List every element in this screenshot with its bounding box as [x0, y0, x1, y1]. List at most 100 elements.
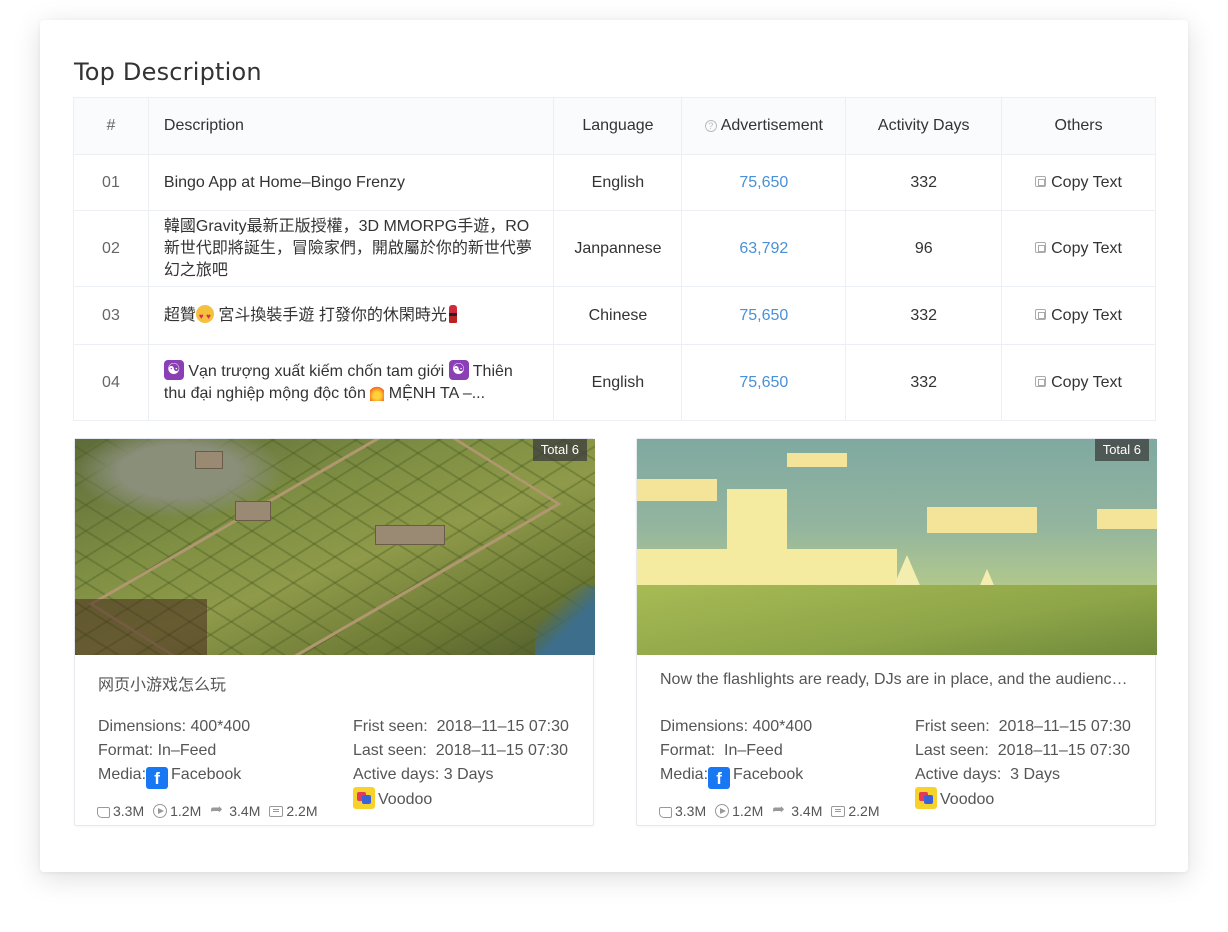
- row-description: 超贊 宮斗換裝手遊 打發你的休閑時光: [147, 286, 555, 345]
- help-icon[interactable]: ?: [704, 120, 717, 132]
- first-seen-label: Frist seen:: [353, 718, 428, 735]
- row-num: 02: [73, 210, 149, 287]
- row-advertisement-link[interactable]: 75,650: [681, 344, 847, 421]
- thumbs-up-icon: [97, 806, 110, 818]
- ad-card[interactable]: Total 6 网页小游戏怎么玩 Dimensions: 400*400 For…: [74, 438, 595, 826]
- active-days-value: 3 Days: [1010, 766, 1060, 783]
- row-activity-days: 96: [845, 210, 1003, 287]
- yin-yang-emoji-icon: [163, 360, 184, 380]
- row-num: 04: [73, 344, 149, 421]
- row-num: 01: [73, 154, 149, 211]
- row-activity-days: 332: [845, 344, 1003, 421]
- col-header-activity-days[interactable]: Activity Days: [845, 97, 1003, 155]
- row-description: Bingo App at Home–Bingo Frenzy: [147, 154, 555, 211]
- row-advertisement-link[interactable]: 63,792: [681, 210, 847, 287]
- table-row: 03 超贊 宮斗換裝手遊 打發你的休閑時光 Chinese 75,650 332…: [73, 286, 1156, 345]
- last-seen-label: Last seen:: [353, 742, 427, 759]
- media-value: Facebook: [171, 766, 242, 783]
- fire-emoji-icon: [370, 383, 385, 401]
- plays-count: 1.2M: [170, 803, 202, 819]
- col-header-advertisement-label: Advertisement: [720, 117, 823, 134]
- plays-count: 1.2M: [732, 803, 764, 819]
- comments-stat: 2.2M: [831, 803, 880, 819]
- engagement-stats: 3.3M 1.2M 3.4M 2.2M: [659, 800, 880, 819]
- copy-text-button[interactable]: Copy Text: [1001, 154, 1156, 211]
- share-icon: [772, 800, 788, 818]
- row-advertisement-link[interactable]: 75,650: [681, 286, 847, 345]
- copy-icon: [1035, 241, 1047, 253]
- dimensions-value: 400*400: [752, 718, 813, 735]
- dimensions-value: 400*400: [190, 718, 251, 735]
- copy-text-label: Copy Text: [1051, 373, 1122, 391]
- description-text: 宮斗換裝手遊 打發你的休閑時光: [218, 306, 447, 324]
- description-text: 超贊: [163, 306, 196, 324]
- col-header-others: Others: [1001, 97, 1156, 155]
- copy-text-button[interactable]: Copy Text: [1001, 344, 1156, 421]
- dimensions-label: Dimensions:: [660, 718, 749, 735]
- game-overlay-shape: [75, 599, 207, 655]
- copy-icon: [1035, 375, 1047, 387]
- copy-text-button[interactable]: Copy Text: [1001, 286, 1156, 345]
- shares-stat: 3.4M: [772, 800, 822, 819]
- game-building-shape: [195, 451, 223, 469]
- card-meta-left: Dimensions: 400*400 Format: In–Feed Medi…: [98, 715, 348, 789]
- comment-icon: [831, 806, 846, 817]
- last-seen-value: 2018–11–15 07:30: [435, 742, 568, 759]
- lipstick-emoji-icon: [448, 304, 457, 323]
- play-icon: [153, 804, 168, 818]
- heart-eyes-emoji-icon: [195, 304, 214, 328]
- card-meta-right: Frist seen: 2018–11–15 07:30 Last seen: …: [915, 715, 1155, 812]
- voodoo-logo-icon: [353, 787, 375, 809]
- ad-thumbnail[interactable]: Total 6: [637, 439, 1157, 655]
- yin-yang-emoji-icon: [448, 360, 469, 380]
- cloud-shape: [927, 507, 1037, 533]
- cloud-shape: [1097, 509, 1157, 529]
- comments-stat: 2.2M: [269, 803, 318, 819]
- facebook-icon: f: [146, 767, 169, 789]
- total-badge: Total 6: [1094, 439, 1149, 461]
- advertiser-name: Voodoo: [378, 791, 433, 808]
- game-water-shape: [535, 585, 595, 655]
- copy-text-label: Copy Text: [1051, 306, 1122, 324]
- likes-stat: 3.3M: [659, 803, 706, 819]
- ad-thumbnail[interactable]: Total 6: [75, 439, 595, 655]
- comments-count: 2.2M: [286, 803, 318, 819]
- likes-count: 3.3M: [113, 803, 145, 819]
- row-num: 03: [73, 286, 149, 345]
- ground-shape: [637, 585, 1157, 655]
- row-description: Vạn trượng xuất kiếm chốn tam giới Thiên…: [147, 344, 555, 421]
- likes-count: 3.3M: [675, 803, 707, 819]
- game-building-shape: [235, 501, 271, 521]
- cloud-shape: [637, 479, 717, 501]
- col-header-language[interactable]: Language: [553, 97, 683, 155]
- game-building-shape: [375, 525, 445, 545]
- section-title: Top Description: [74, 58, 262, 86]
- table-row: 02 韓國Gravity最新正版授權，3D MMORPG手遊，RO新世代即將誕生…: [73, 210, 1156, 287]
- card-meta-right: Frist seen: 2018–11–15 07:30 Last seen: …: [353, 715, 593, 812]
- copy-text-label: Copy Text: [1051, 173, 1122, 191]
- row-language: English: [553, 344, 683, 421]
- row-activity-days: 332: [845, 286, 1003, 345]
- likes-stat: 3.3M: [97, 803, 144, 819]
- description-text: MỆNH TA –...: [388, 385, 486, 402]
- card-title: Now the flashlights are ready, DJs are i…: [660, 671, 1136, 688]
- format-label: Format:: [660, 742, 716, 759]
- advertiser-link[interactable]: Voodoo: [353, 787, 593, 812]
- engagement-stats: 3.3M 1.2M 3.4M 2.2M: [97, 800, 318, 819]
- active-days-label: Active days:: [915, 766, 1002, 783]
- row-language: Janpannese: [553, 210, 683, 287]
- copy-text-button[interactable]: Copy Text: [1001, 210, 1156, 287]
- row-language: English: [553, 154, 683, 211]
- row-advertisement-link[interactable]: 75,650: [681, 154, 847, 211]
- thumbs-up-icon: [659, 806, 672, 818]
- plays-stat: 1.2M: [153, 803, 201, 819]
- play-icon: [715, 804, 730, 818]
- ad-card[interactable]: Total 6 Now the flashlights are ready, D…: [636, 438, 1157, 826]
- table-row: 04 Vạn trượng xuất kiếm chốn tam giới Th…: [73, 344, 1156, 421]
- facebook-icon: f: [708, 767, 731, 789]
- active-days-label: Active days:: [353, 766, 440, 783]
- advertiser-link[interactable]: Voodoo: [915, 787, 1155, 812]
- media-value: Facebook: [733, 766, 804, 783]
- col-header-advertisement[interactable]: ? Advertisement: [681, 97, 847, 155]
- col-header-description[interactable]: Description: [147, 97, 555, 155]
